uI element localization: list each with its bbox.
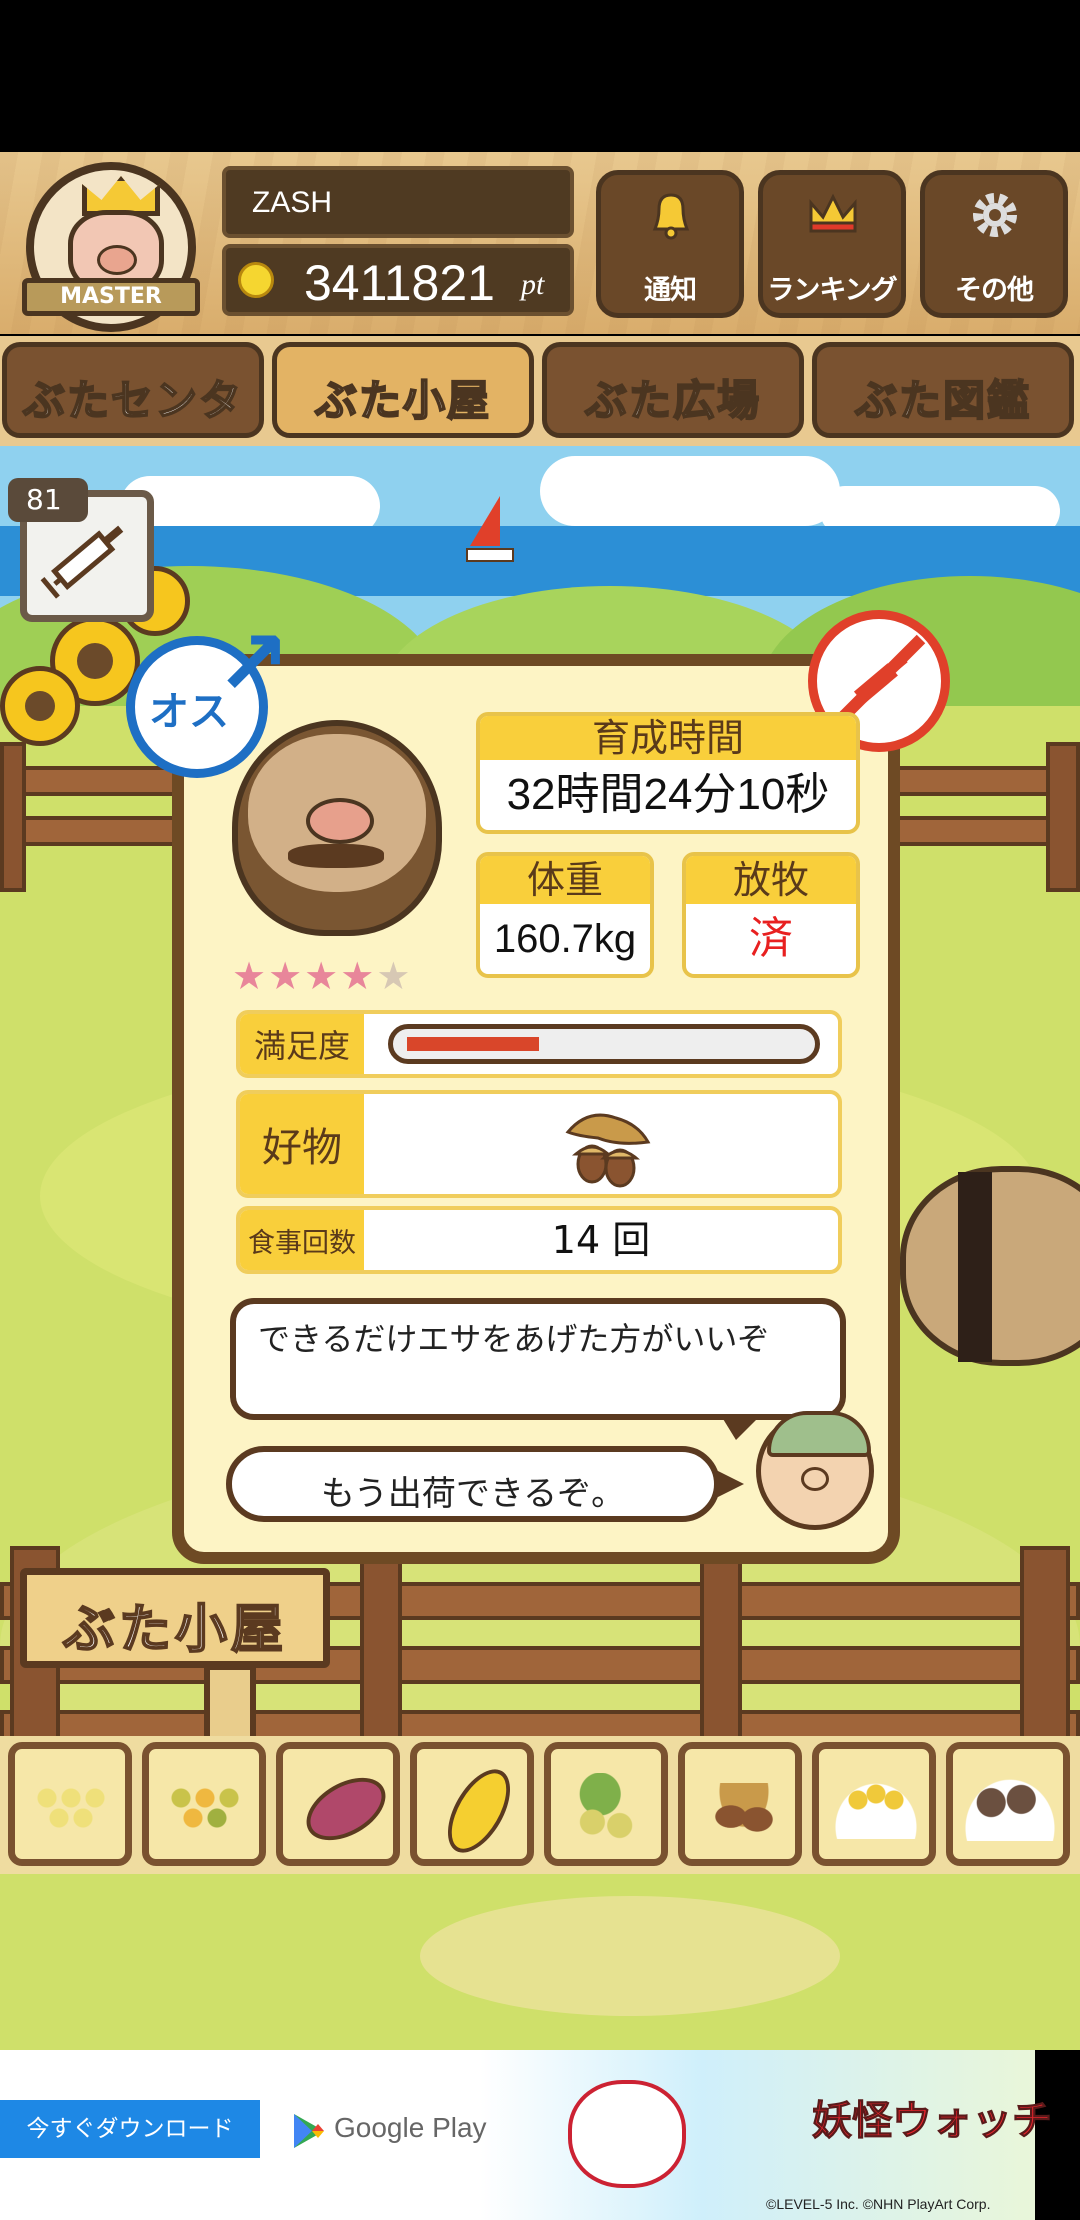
bell-icon (652, 193, 690, 240)
tab-buta-hiroba[interactable]: ぶた広場 (542, 342, 804, 438)
grain-plate-icon (831, 1779, 921, 1839)
sailboat-icon (466, 496, 514, 566)
growth-time-value: 32時間24分10秒 (506, 770, 830, 819)
advice-text: できるだけエサをあげた方がいいぞ (258, 1320, 770, 1358)
points-box: 3411821 pt (222, 244, 574, 316)
other-button[interactable]: その他 (920, 170, 1068, 318)
ranking-button[interactable]: ランキング (758, 170, 906, 318)
star-icon: ★ (232, 954, 269, 998)
satisfaction-bar-fill (407, 1037, 539, 1051)
crown-icon (809, 193, 857, 233)
meal-count-value: 14 回 (551, 1218, 651, 1262)
username: ZASH (252, 186, 333, 219)
leafy-beans-icon (569, 1773, 647, 1843)
syringe-icon (40, 525, 124, 599)
store-label: Google Play (334, 2112, 487, 2143)
graze-value: 済 (749, 913, 793, 964)
ad-copyright: ©LEVEL-5 Inc. ©NHN PlayArt Corp. (766, 2196, 991, 2212)
food-slot[interactable] (410, 1742, 534, 1866)
food-slot[interactable] (8, 1742, 132, 1866)
points-value: 3411821 (304, 255, 495, 311)
graze-label: 放牧 (686, 856, 856, 904)
acorn-icon (565, 1113, 651, 1188)
mixed-grain-icon (165, 1783, 245, 1833)
location-sign: ぶた小屋 (20, 1568, 330, 1668)
play-store-icon (294, 2114, 324, 2148)
farmer-avatar (756, 1411, 874, 1530)
tab-label: ぶた図鑑 (854, 375, 1031, 426)
male-symbol-icon: ↗ (215, 611, 291, 716)
food-slot[interactable] (276, 1742, 400, 1866)
star-icon: ★ (268, 954, 305, 998)
sunflower (0, 666, 80, 746)
acorn-icon (711, 1783, 777, 1839)
meal-count-label: 食事回数 (240, 1210, 364, 1270)
corn-icon (435, 1759, 523, 1863)
tab-buta-center[interactable]: ぶたセンター (2, 342, 264, 487)
coin-icon (238, 262, 274, 298)
satisfaction-row: 満足度 (236, 1010, 842, 1078)
ad-game-title: 妖怪ウォッチ (812, 2098, 1053, 2145)
notification-label: 通知 (644, 275, 697, 306)
dumpling-plate-icon (963, 1777, 1057, 1841)
meal-count-row: 食事回数 14 回 (236, 1206, 842, 1274)
weight-box: 体重 160.7kg (476, 852, 654, 978)
tab-label: ぶた小屋 (314, 375, 491, 426)
other-label: その他 (955, 275, 1034, 306)
satisfaction-label: 満足度 (240, 1014, 364, 1074)
sweet-potato-icon (295, 1764, 397, 1854)
status-bubble: もう出荷できるぞ。 (226, 1446, 720, 1522)
soybeans-icon (31, 1783, 111, 1833)
food-slot[interactable] (946, 1742, 1070, 1866)
username-box: ZASH (222, 166, 574, 238)
ad-download-button[interactable]: 今すぐダウンロード (0, 2100, 260, 2158)
pig-body (900, 1166, 1080, 1366)
master-rank-badge[interactable]: MASTER (22, 162, 200, 332)
item-count: 81 (8, 478, 88, 522)
weight-value: 160.7kg (493, 917, 637, 961)
graze-box: 放牧 済 (682, 852, 860, 978)
star-icon: ★ (304, 954, 341, 998)
advice-bubble: できるだけエサをあげた方がいいぞ (230, 1298, 846, 1420)
star-icon: ★ (376, 954, 413, 998)
favorite-label: 好物 (240, 1094, 364, 1194)
food-slot[interactable] (678, 1742, 802, 1866)
sign-label: ぶた小屋 (62, 1599, 287, 1661)
food-slot[interactable] (142, 1742, 266, 1866)
gear-icon (973, 193, 1017, 237)
notification-button[interactable]: 通知 (596, 170, 744, 318)
favorite-row: 好物 (236, 1090, 842, 1198)
food-slot[interactable] (544, 1742, 668, 1866)
star-icon: ★ (340, 954, 377, 998)
points-unit: pt (521, 268, 545, 301)
weight-label: 体重 (480, 856, 650, 904)
ranking-label: ランキング (767, 275, 897, 306)
master-label: MASTER (22, 278, 200, 316)
status-text: もう出荷できるぞ。 (320, 1474, 626, 1514)
tab-label: ぶた広場 (584, 375, 761, 426)
satisfaction-bar (388, 1024, 820, 1064)
growth-time-box: 育成時間 32時間24分10秒 (476, 712, 860, 834)
food-slot[interactable] (812, 1742, 936, 1866)
pig-portrait (232, 720, 442, 936)
tab-buta-zukan[interactable]: ぶた図鑑 (812, 342, 1074, 438)
growth-time-label: 育成時間 (480, 716, 856, 760)
ad-character-art (568, 2080, 686, 2188)
rarity-stars: ★★★★★ (232, 954, 452, 998)
male-gender-badge: オス ↗ (126, 611, 290, 778)
tab-buta-goya[interactable]: ぶた小屋 (272, 342, 534, 438)
